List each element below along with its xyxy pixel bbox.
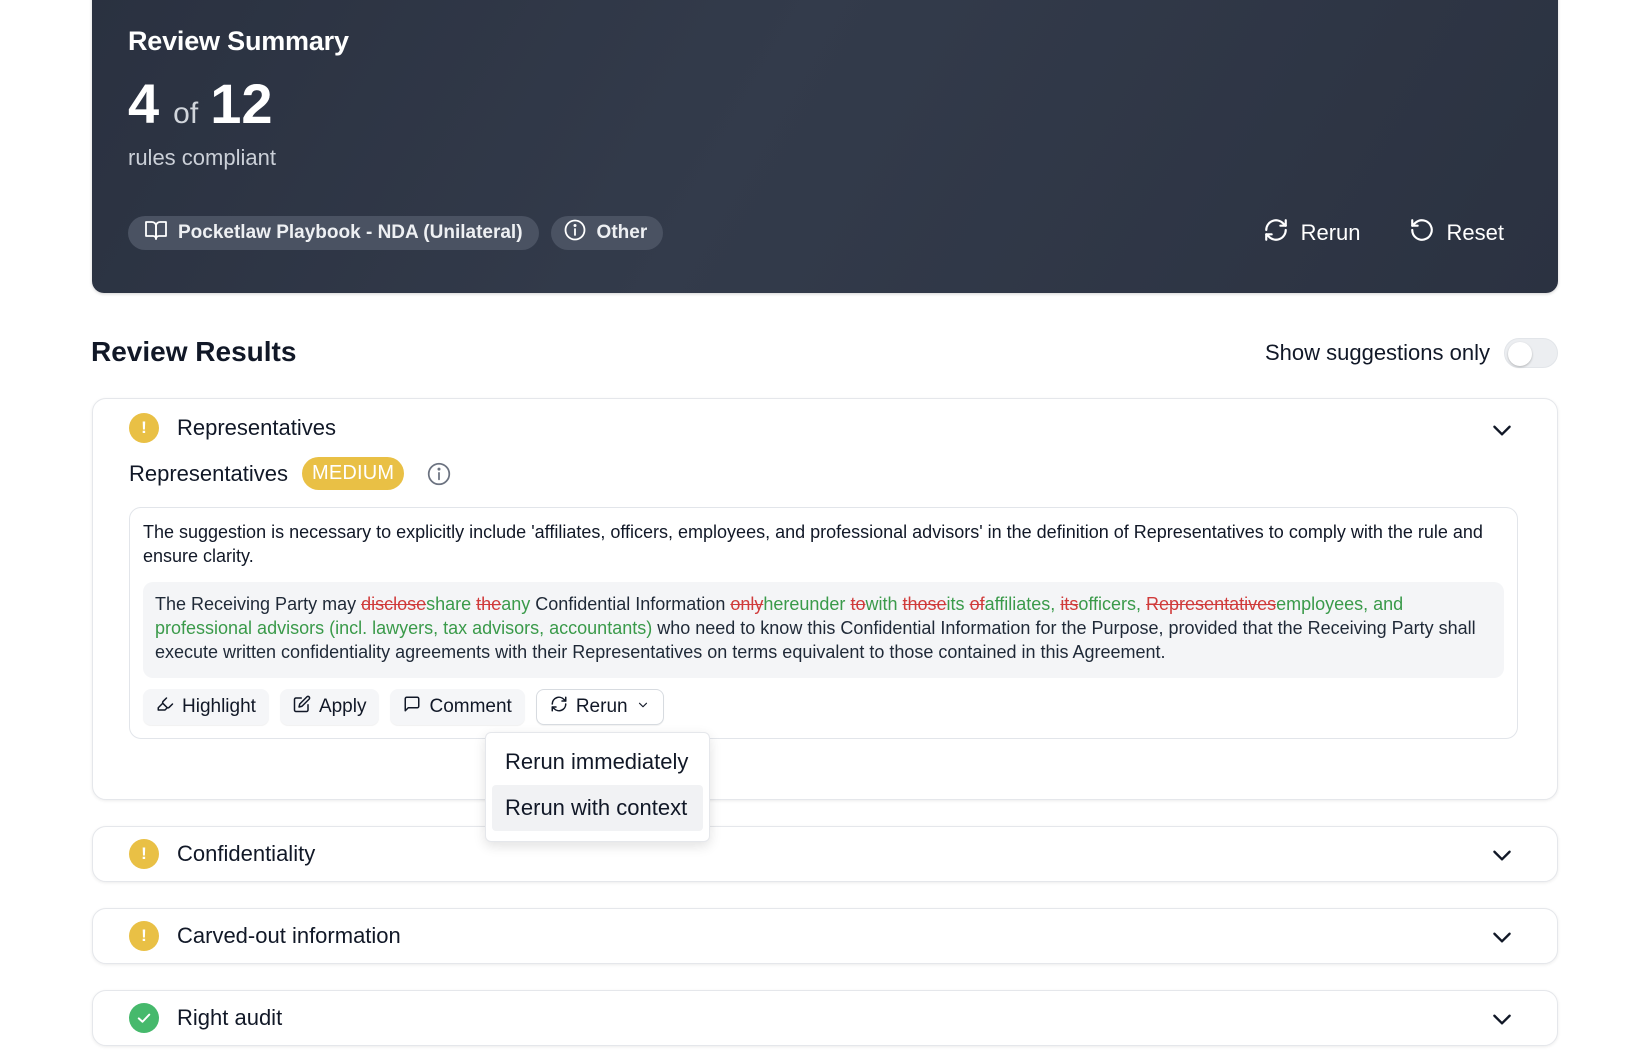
redline-segment: Confidential Information bbox=[530, 594, 731, 614]
review-summary-card: Review Summary 4 of 12 rules compliant P… bbox=[92, 0, 1558, 293]
reset-label: Reset bbox=[1446, 220, 1504, 245]
comment-button[interactable]: Comment bbox=[390, 689, 525, 725]
rule-card-header[interactable]: ! Confidentiality bbox=[129, 839, 315, 869]
deleted-text: its bbox=[1060, 594, 1079, 614]
deleted-text: disclose bbox=[361, 594, 427, 614]
rule-name: Representatives bbox=[129, 460, 288, 486]
deleted-text: to bbox=[850, 594, 866, 614]
rule-card-confidentiality[interactable]: ! Confidentiality bbox=[92, 826, 1558, 882]
rerun-all-button[interactable]: Rerun bbox=[1263, 216, 1361, 250]
of-label: of bbox=[173, 97, 199, 130]
rerun-with-context-option[interactable]: Rerun with context bbox=[492, 785, 703, 831]
rerun-immediately-option[interactable]: Rerun immediately bbox=[492, 739, 703, 785]
warning-icon: ! bbox=[129, 921, 159, 951]
inserted-text: its bbox=[946, 594, 965, 614]
highlight-button[interactable]: Highlight bbox=[143, 689, 269, 725]
suggestions-filter: Show suggestions only bbox=[1265, 338, 1558, 368]
rerun-dropdown-menu: Rerun immediately Rerun with context bbox=[485, 732, 710, 842]
suggestion-reason: The suggestion is necessary to explicitl… bbox=[143, 522, 1483, 566]
apply-label: Apply bbox=[318, 696, 367, 717]
book-open-icon bbox=[144, 218, 168, 248]
rule-card-carved-out-information[interactable]: ! Carved-out information bbox=[92, 908, 1558, 964]
inserted-text: any bbox=[501, 594, 531, 614]
summary-tags: Pocketlaw Playbook - NDA (Unilateral) Ot… bbox=[128, 216, 664, 250]
edit-icon bbox=[293, 695, 311, 719]
inserted-text: share bbox=[426, 594, 472, 614]
chevron-down-icon[interactable] bbox=[1489, 417, 1515, 443]
inserted-text: hereunder bbox=[763, 594, 846, 614]
rule-card-representatives: ! Representatives Representatives MEDIUM… bbox=[92, 398, 1558, 800]
rule-card-header[interactable]: ! Carved-out information bbox=[129, 921, 401, 951]
inserted-text: officers, bbox=[1078, 594, 1142, 614]
compliance-score: 4 of 12 bbox=[128, 76, 272, 132]
redline-segment: The Receiving Party may bbox=[155, 594, 362, 614]
playbook-pill[interactable]: Pocketlaw Playbook - NDA (Unilateral) bbox=[128, 216, 539, 250]
inserted-text: affiliates, bbox=[984, 594, 1056, 614]
rule-card-title: Right audit bbox=[177, 1005, 283, 1030]
comment-label: Comment bbox=[429, 696, 512, 717]
category-pill[interactable]: Other bbox=[550, 216, 664, 250]
refresh-icon bbox=[1263, 217, 1289, 249]
highlight-label: Highlight bbox=[182, 696, 256, 717]
summary-title: Review Summary bbox=[128, 26, 349, 56]
warning-icon: ! bbox=[129, 839, 159, 869]
playbook-label: Pocketlaw Playbook - NDA (Unilateral) bbox=[178, 222, 523, 243]
chevron-down-icon[interactable] bbox=[1489, 1006, 1515, 1032]
rerun-label: Rerun bbox=[575, 696, 628, 717]
message-square-icon bbox=[403, 695, 421, 719]
warning-icon: ! bbox=[129, 413, 159, 443]
toggle-knob bbox=[1508, 342, 1532, 366]
redline-text: The Receiving Party may discloseshare th… bbox=[143, 582, 1504, 678]
review-results-title: Review Results bbox=[91, 336, 297, 367]
rerun-dropdown-button[interactable]: Rerun bbox=[535, 689, 664, 725]
info-circle-icon bbox=[563, 218, 587, 248]
suggestion-actions: Highlight Apply Comment Rerun bbox=[143, 689, 664, 725]
deleted-text: the bbox=[476, 594, 502, 614]
deleted-text: of bbox=[969, 594, 985, 614]
rule-card-title: Representatives bbox=[177, 415, 336, 440]
info-icon[interactable] bbox=[426, 461, 452, 487]
compliant-count: 4 bbox=[128, 72, 160, 135]
rule-card-title: Confidentiality bbox=[177, 841, 316, 866]
chevron-down-icon bbox=[636, 696, 650, 718]
suggestion-box: The suggestion is necessary to explicitl… bbox=[129, 507, 1518, 739]
deleted-text: those bbox=[902, 594, 947, 614]
deleted-text: Representatives bbox=[1146, 594, 1277, 614]
rotate-ccw-icon bbox=[1409, 217, 1435, 249]
inserted-text: with bbox=[865, 594, 898, 614]
total-count: 12 bbox=[210, 72, 273, 135]
suggestions-toggle-label: Show suggestions only bbox=[1264, 340, 1490, 365]
apply-button[interactable]: Apply bbox=[279, 689, 380, 725]
check-circle-icon bbox=[129, 1003, 159, 1033]
summary-actions: Rerun Reset bbox=[1263, 216, 1504, 250]
category-label: Other bbox=[596, 222, 648, 243]
rule-card-header[interactable]: ! Representatives bbox=[129, 413, 336, 443]
deleted-text: only bbox=[730, 594, 764, 614]
rule-card-title: Carved-out information bbox=[177, 923, 401, 948]
rerun-all-label: Rerun bbox=[1300, 220, 1361, 245]
reset-button[interactable]: Reset bbox=[1409, 216, 1504, 250]
rule-card-header[interactable]: Right audit bbox=[129, 1003, 282, 1033]
refresh-icon bbox=[550, 695, 568, 719]
highlighter-icon bbox=[156, 695, 174, 719]
suggestions-only-toggle[interactable] bbox=[1504, 338, 1558, 368]
chevron-down-icon[interactable] bbox=[1489, 924, 1515, 950]
rule-card-right-audit[interactable]: Right audit bbox=[92, 990, 1558, 1046]
chevron-down-icon[interactable] bbox=[1489, 842, 1515, 868]
summary-subtitle: rules compliant bbox=[128, 145, 276, 170]
severity-badge: MEDIUM bbox=[301, 457, 405, 490]
rule-detail-header: Representatives MEDIUM bbox=[129, 457, 452, 490]
